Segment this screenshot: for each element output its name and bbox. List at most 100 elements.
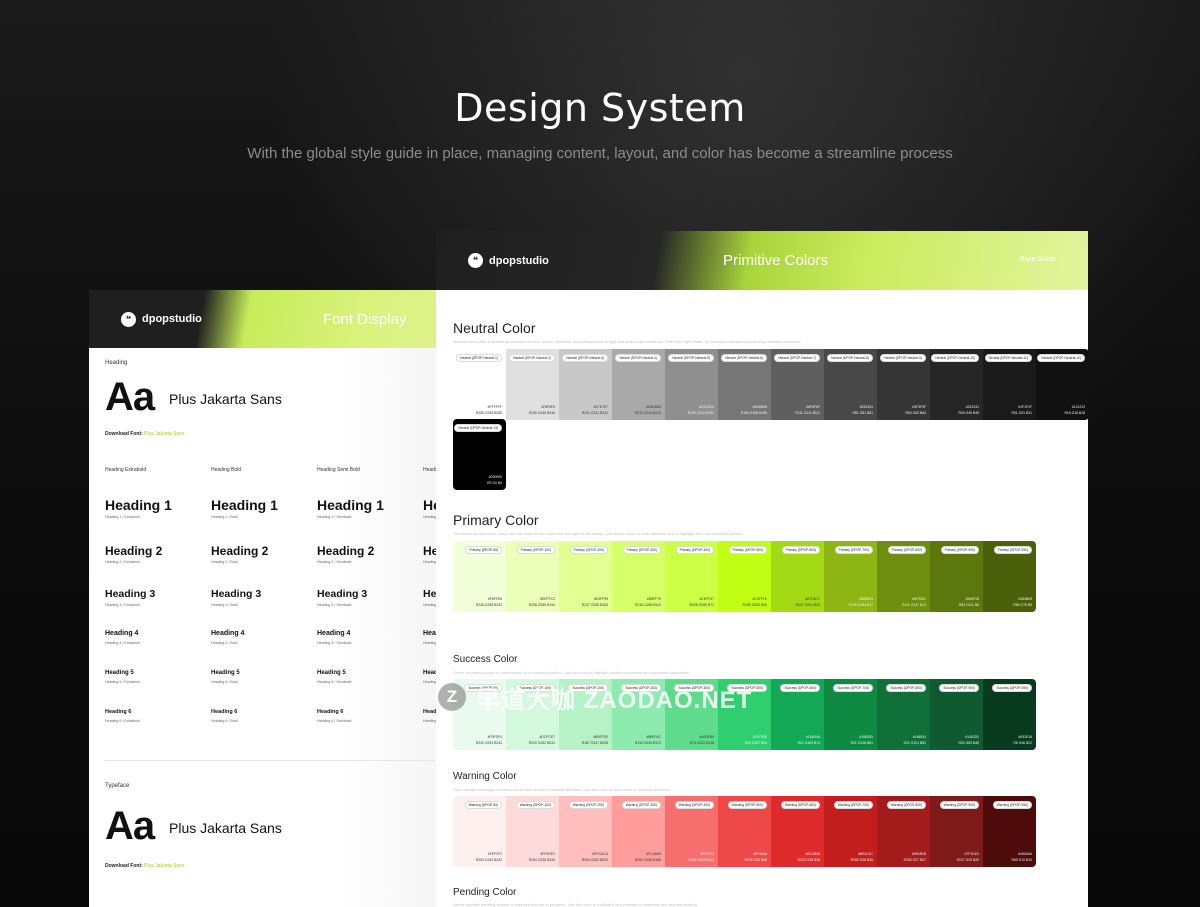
color-swatch[interactable]: Neutral (DPOP-Neutral-2) #F6F6F6 R246 G246…: [506, 349, 559, 420]
color-swatch[interactable]: Success (DPOP-900) #14532D R20 G83 B45: [930, 679, 983, 750]
color-swatch[interactable]: Primary (DPOP-300) #D8FF70 R216 G255 B112: [612, 541, 665, 612]
color-swatch[interactable]: Primary (DPOP-600) #A7DD17 R167 G221 B23: [771, 541, 824, 612]
color-swatch[interactable]: Warning (DPOP-300) #FCA5A5 R252 G165 B165: [612, 796, 665, 867]
color-swatch[interactable]: Warning (DPOP-600) #DC2626 R220 G38 B38: [771, 796, 824, 867]
swatch-name: Success (DPOP-300): [621, 684, 661, 692]
color-swatch[interactable]: Primary (DPOP-900) #536F08 R83 G111 B8: [930, 541, 983, 612]
swatch-rgb: R252 G165 B165: [634, 858, 661, 862]
color-swatch[interactable]: Primary (DPOP-800) #6F930C R111 G147 B12: [877, 541, 930, 612]
color-swatch[interactable]: Warning (DPOP-950) #450A0A R69 G10 B10: [983, 796, 1036, 867]
swatch-rgb: R74 G222 B128: [689, 741, 714, 745]
download-link[interactable]: Plus Jakarta Sans: [144, 431, 184, 437]
color-swatch[interactable]: Success (DPOP-950) #052E16 R5 G46 B22: [983, 679, 1036, 750]
font-card-title: Font Display: [323, 311, 407, 328]
heading-meta: Heading 6 / Bold: [211, 718, 238, 723]
color-swatch[interactable]: Primary (DPOP-950) #384B05 R56 G75 B5: [983, 541, 1036, 612]
swatch-rgb: R187 G247 B208: [581, 741, 608, 745]
swatch-name: Primary (DPOP-200): [569, 546, 608, 554]
color-swatch[interactable]: Primary (DPOP-100) #EEFFC2 R238 G255 B194: [506, 541, 559, 612]
swatch-hex: #F0FDF4: [487, 735, 502, 739]
color-swatch[interactable]: Success (DPOP-50) #F0FDF4 R240 G253 B244: [453, 679, 506, 750]
color-section-title: Warning Color: [453, 771, 517, 782]
typeface-download-label: Download Font:: [105, 863, 143, 869]
color-swatch[interactable]: Neutral (DPOP-Neutral-1) #FFFFFF R255 G255…: [453, 349, 506, 420]
swatch-rgb: R248 G255 B230: [475, 603, 502, 607]
swatch-rgb: R220 G252 B231: [528, 741, 555, 745]
color-swatch[interactable]: Neutral (DPOP-Neutral-4) #D5D5D5 R213 G213…: [612, 349, 665, 420]
swatch-hex: #DC2626: [805, 852, 820, 856]
swatch-hex: #E7E7E7: [593, 405, 608, 409]
color-swatch[interactable]: Primary (DPOP-500) #C3FF1E R195 G255 B30: [718, 541, 771, 612]
color-swatch[interactable]: Success (DPOP-600) #16A34A R22 G163 B74: [771, 679, 824, 750]
color-swatch[interactable]: Primary (DPOP-50) #F8FFE6 R248 G255 B230: [453, 541, 506, 612]
swatch-rgb: R139 G184 B17: [848, 603, 873, 607]
color-swatch[interactable]: Success (DPOP-500) #22C55E R34 G197 B94: [718, 679, 771, 750]
color-swatch[interactable]: Neutral (DPOP-Neutral-3) #E7E7E7 R231 G231…: [559, 349, 612, 420]
swatch-hex: #15803D: [859, 735, 873, 739]
heading-meta: Heading 2 / Bold: [211, 560, 238, 564]
color-swatch[interactable]: Success (DPOP-800) #166534 R22 G101 B52: [877, 679, 930, 750]
color-swatch[interactable]: Warning (DPOP-200) #FECACA R254 G202 B202: [559, 796, 612, 867]
color-swatch[interactable]: Success (DPOP-300) #86EFAC R134 G239 B172: [612, 679, 665, 750]
swatch-rgb: R34 G197 B94: [744, 741, 767, 745]
color-swatch[interactable]: Warning (DPOP-800) #991B1B R153 G27 B27: [877, 796, 930, 867]
swatch-rgb: R21 G128 B61: [850, 741, 873, 745]
heading-sample: Heading 6: [105, 709, 132, 715]
color-swatch[interactable]: Success (DPOP-400) #4ADE80 R74 G222 B128: [665, 679, 718, 750]
color-section-title: Primary Color: [453, 512, 539, 528]
color-swatch[interactable]: Neutral (DPOP-Neutral-7) #6F6F6F R111 G111…: [771, 349, 824, 420]
heading-sample: Heading 4: [105, 630, 139, 637]
typeface-family-name: Plus Jakarta Sans: [169, 820, 282, 836]
heading-meta: Heading 4 / Extrabold: [105, 641, 140, 645]
color-swatch[interactable]: Neutral (DPOP-Neutral-11) #1F1F1F R31 G31 …: [983, 349, 1036, 420]
color-swatch[interactable]: Neutral (DPOP-Neutral-6) #9B9B9B R155 G155…: [718, 349, 771, 420]
swatch-name: Primary (DPOP-50): [465, 546, 502, 554]
logo: ❝ dpopstudio: [468, 253, 549, 268]
color-swatch[interactable]: Primary (DPOP-700) #8BB811 R139 G184 B17: [824, 541, 877, 612]
color-swatch[interactable]: Neutral (DPOP-Neutral-5) #C0C0C0 R192 G192…: [665, 349, 718, 420]
logo-text: dpopstudio: [142, 313, 202, 325]
swatch-name: Primary (DPOP-400): [675, 546, 714, 554]
swatch-rgb: R227 G255 B153: [581, 603, 608, 607]
color-swatch[interactable]: Warning (DPOP-500) #EF4444 R239 G68 B68: [718, 796, 771, 867]
swatch-name: Warning (DPOP-800): [886, 801, 926, 809]
color-swatch[interactable]: Neutral (DPOP-Neutral-13) #000000 R0 G0 B0: [453, 419, 506, 490]
swatch-hex: #BBF7D0: [593, 735, 608, 739]
color-section-description: Neutral colors offer a familiar appearan…: [453, 339, 802, 344]
swatch-hex: #384B05: [1018, 597, 1032, 601]
color-swatch[interactable]: Neutral (DPOP-Neutral-8) #515151 R81 G81 B…: [824, 349, 877, 420]
swatch-hex: #000000: [488, 475, 502, 479]
color-section-description: Red indicates warnings or critical issue…: [453, 787, 672, 792]
color-swatch[interactable]: Neutral (DPOP-Neutral-10) #313131 R49 G49 …: [930, 349, 983, 420]
swatch-name: Warning (DPOP-950): [992, 801, 1032, 809]
color-swatch[interactable]: Success (DPOP-700) #15803D R21 G128 B61: [824, 679, 877, 750]
color-swatch[interactable]: Neutral (DPOP-Neutral-12) #121212 R18 G18 …: [1036, 349, 1088, 420]
color-swatch[interactable]: Warning (DPOP-50) #FEF2F2 R254 G242 B242: [453, 796, 506, 867]
swatch-name: Primary (DPOP-950): [993, 546, 1032, 554]
swatch-name: Success (DPOP-50): [464, 684, 502, 692]
color-swatch[interactable]: Success (DPOP-100) #DCFCE7 R220 G252 B231: [506, 679, 559, 750]
swatch-hex: #536F08: [965, 597, 979, 601]
color-swatch[interactable]: Warning (DPOP-100) #FEE2E2 R254 G226 B226: [506, 796, 559, 867]
swatch-name: Primary (DPOP-900): [940, 546, 979, 554]
swatch-rgb: R220 G38 B38: [797, 858, 820, 862]
heading-meta: Heading 3 / Extrabold: [105, 602, 140, 607]
color-swatch[interactable]: Warning (DPOP-900) #7F1D1D R127 G29 B29: [930, 796, 983, 867]
color-swatch[interactable]: Primary (DPOP-200) #E3FF99 R227 G255 B153: [559, 541, 612, 612]
swatch-rgb: R56 G75 B5: [1013, 603, 1032, 607]
swatch-row: Warning (DPOP-50) #FEF2F2 R254 G242 B242 Wa…: [453, 796, 1036, 867]
swatch-rgb: R83 G111 B8: [958, 603, 979, 607]
color-swatch[interactable]: Warning (DPOP-700) #B91C1C R185 G28 B28: [824, 796, 877, 867]
swatch-hex: #EEFFC2: [540, 597, 555, 601]
color-swatch[interactable]: Primary (DPOP-400) #CEFF47 R206 G255 B71: [665, 541, 718, 612]
swatch-row: Primary (DPOP-50) #F8FFE6 R248 G255 B230 Pr…: [453, 541, 1036, 612]
typeface-sample-aa: Aa: [105, 804, 155, 848]
color-swatch[interactable]: Neutral (DPOP-Neutral-9) #3F3F3F R63 G63 B…: [877, 349, 930, 420]
color-swatch[interactable]: Success (DPOP-200) #BBF7D0 R187 G247 B208: [559, 679, 612, 750]
page-subtitle: With the global style guide in place, ma…: [247, 145, 953, 162]
typeface-download-link[interactable]: Plus Jakarta Sans: [144, 863, 184, 869]
swatch-rgb: R153 G27 B27: [903, 858, 926, 862]
swatch-name: Neutral (DPOP-Neutral-9): [880, 354, 926, 362]
color-swatch[interactable]: Warning (DPOP-400) #F87171 R248 G113 B113: [665, 796, 718, 867]
swatch-hex: #DCFCE7: [539, 735, 555, 739]
